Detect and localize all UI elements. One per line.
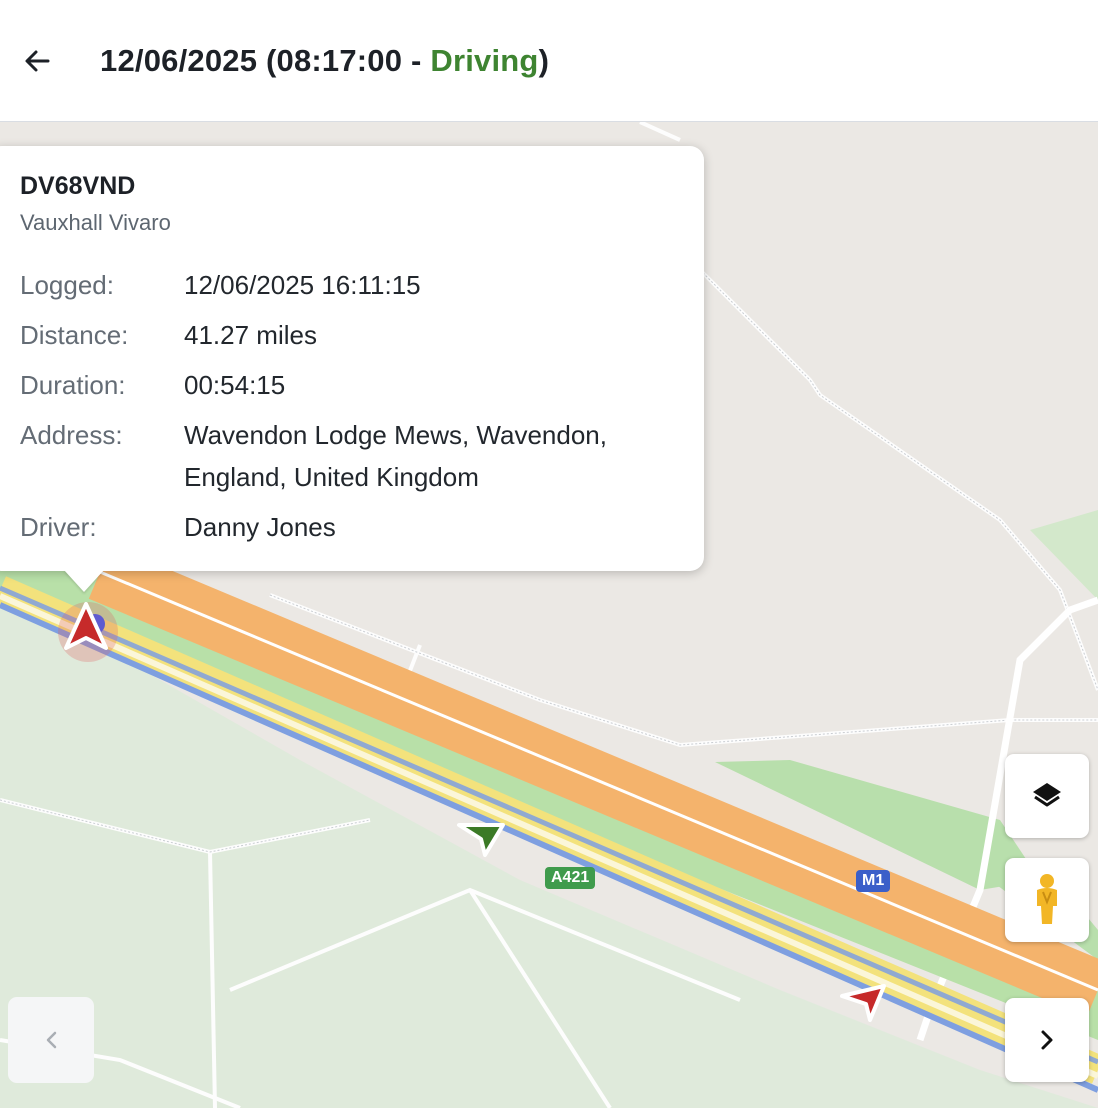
vehicle-info-popup: DV68VND Vauxhall Vivaro Logged: 12/06/20… xyxy=(0,146,704,571)
chevron-right-icon xyxy=(1041,1030,1053,1050)
layers-icon xyxy=(1033,783,1061,807)
title-close-paren: ) xyxy=(538,43,550,78)
pegman-icon xyxy=(1037,874,1057,924)
title-date: 12/06/2025 xyxy=(100,43,258,78)
duration-value: 00:54:15 xyxy=(184,370,286,400)
address-label: Address: xyxy=(20,420,123,450)
popup-pointer xyxy=(64,570,104,592)
a421-road-label: A421 xyxy=(545,867,596,889)
green-direction-marker[interactable] xyxy=(455,817,509,861)
m1-road-label: M1 xyxy=(856,870,891,892)
address-value: Wavendon Lodge Mews, Wavendon, England, … xyxy=(184,420,607,492)
page-title: 12/06/2025 (08:17:00 - Driving) xyxy=(100,40,549,82)
next-trip-button[interactable] xyxy=(1005,998,1089,1082)
distance-label: Distance: xyxy=(20,320,129,350)
status-text: Driving xyxy=(430,43,539,78)
arrow-left-icon xyxy=(25,50,50,72)
red-direction-marker[interactable] xyxy=(838,982,892,1026)
duration-label: Duration: xyxy=(20,370,126,400)
back-button[interactable] xyxy=(14,38,60,84)
logged-label: Logged: xyxy=(20,270,114,300)
vehicle-plate: DV68VND xyxy=(20,172,136,200)
street-view-button[interactable] xyxy=(1005,858,1089,942)
header-bar: 12/06/2025 (08:17:00 - Driving) xyxy=(0,0,1098,122)
title-separator: - xyxy=(402,43,431,78)
logged-value: 12/06/2025 16:11:15 xyxy=(184,270,421,300)
title-open-paren: ( xyxy=(257,43,277,78)
chevron-left-icon xyxy=(46,1031,57,1049)
title-time: 08:17:00 xyxy=(276,43,403,78)
distance-value: 41.27 miles xyxy=(184,320,317,350)
previous-trip-button[interactable] xyxy=(8,997,94,1083)
driver-value: Danny Jones xyxy=(184,512,336,542)
start-location-marker[interactable] xyxy=(40,592,140,672)
driver-label: Driver: xyxy=(20,512,97,542)
vehicle-model: Vauxhall Vivaro xyxy=(20,210,171,235)
map-layers-button[interactable] xyxy=(1005,754,1089,838)
